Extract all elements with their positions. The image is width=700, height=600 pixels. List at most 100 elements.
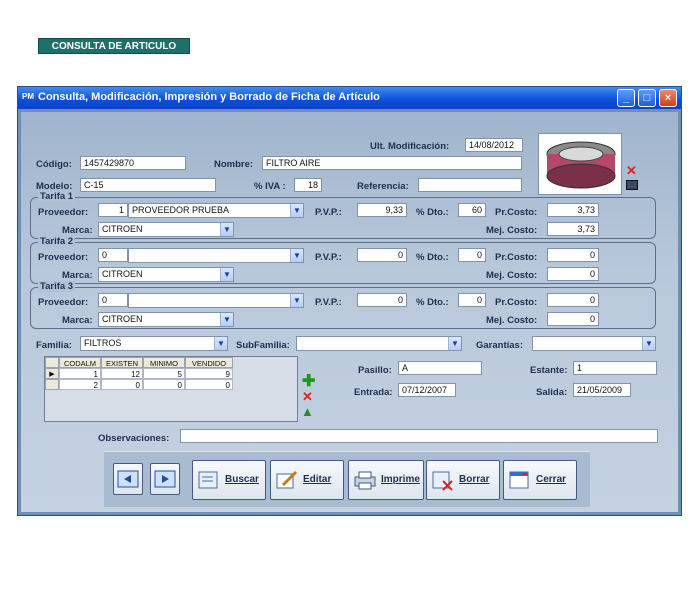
tarifa-2-dto-field[interactable]: 0 — [458, 248, 486, 262]
next-record-icon — [154, 470, 176, 488]
tarifa-1-dto-field[interactable]: 60 — [458, 203, 486, 217]
delete-icon[interactable]: ✕ — [302, 389, 313, 405]
tarifa-2-costo-field[interactable]: 0 — [547, 248, 599, 262]
chevron-down-icon: ▼ — [642, 337, 655, 350]
grid-header-vendido[interactable]: VENDIDO — [185, 357, 233, 368]
salida-label: Salida: — [536, 387, 568, 398]
estante-field[interactable]: 1 — [573, 361, 657, 375]
delete-doc-icon — [432, 471, 453, 491]
editar-label: Editar — [303, 474, 332, 485]
tarifa-1-proveedor-code[interactable]: 1 — [98, 203, 128, 217]
tarifa-3-costo-field[interactable]: 0 — [547, 293, 599, 307]
tarifa-3-costo-label: Pr.Costo: — [495, 297, 538, 308]
tarifa-3-dto-field[interactable]: 0 — [458, 293, 486, 307]
tarifa-1-proveedor-label: Proveedor: — [38, 207, 89, 218]
ult-mod-label: Ult. Modificación: — [370, 141, 450, 152]
tarifa-1-pvp-field[interactable]: 9,33 — [357, 203, 407, 217]
iva-label: % IVA : — [254, 181, 286, 192]
window-title: Consulta, Modificación, Impresión y Borr… — [38, 91, 380, 103]
tarifa-1-mej-field[interactable]: 3,73 — [547, 222, 599, 236]
tarifa-1-marca-select[interactable]: CITROEN ▼ — [98, 222, 234, 237]
grid-cell[interactable]: 9 — [185, 368, 233, 379]
referencia-field[interactable] — [418, 178, 522, 192]
tarifa-2-proveedor-label: Proveedor: — [38, 252, 89, 263]
modelo-field[interactable]: C-15 — [80, 178, 216, 192]
iva-field[interactable]: 18 — [294, 178, 322, 192]
tarifa-1-title: Tarifa 1 — [38, 191, 76, 202]
buscar-button[interactable]: Buscar — [192, 460, 266, 500]
grid-header-existen[interactable]: EXISTEN — [101, 357, 143, 368]
tarifa-3-marca-select[interactable]: CITROEN ▼ — [98, 312, 234, 327]
remove-photo-icon[interactable]: ✕ — [626, 163, 637, 179]
grid-cell[interactable]: 0 — [143, 379, 185, 390]
pasillo-field[interactable]: A — [398, 361, 482, 375]
borrar-button[interactable]: Borrar — [426, 460, 500, 500]
ult-mod-field[interactable]: 14/08/2012 — [465, 138, 523, 152]
close-window-button[interactable]: × — [659, 89, 677, 107]
tarifa-2-proveedor-code[interactable]: 0 — [98, 248, 128, 262]
tarifa-1-proveedor-select[interactable]: PROVEEDOR PRUEBA ▼ — [128, 203, 304, 218]
tarifa-3-pvp-field[interactable]: 0 — [357, 293, 407, 307]
familia-select[interactable]: FILTROS ▼ — [80, 336, 228, 351]
tarifa-2-marca-value: CITROEN — [102, 269, 143, 279]
next-record-button[interactable] — [150, 463, 180, 495]
cerrar-button[interactable]: Cerrar — [503, 460, 577, 500]
stock-grid[interactable]: CODALM EXISTEN MINIMO VENDIDO ▶ 1 12 5 9… — [44, 356, 298, 422]
grid-header-codalm[interactable]: CODALM — [59, 357, 101, 368]
imprimir-label: Imprime — [381, 474, 420, 485]
camera-icon[interactable] — [626, 180, 638, 190]
tarifa-2-mej-field[interactable]: 0 — [547, 267, 599, 281]
nombre-field[interactable]: FILTRO AIRE — [262, 156, 522, 170]
grid-cell[interactable]: 2 — [59, 379, 101, 390]
entrada-label: Entrada: — [354, 387, 393, 398]
warning-icon[interactable]: ▲ — [301, 404, 314, 419]
tarifa-2-marca-select[interactable]: CITROEN ▼ — [98, 267, 234, 282]
tarifa-3-proveedor-code[interactable]: 0 — [98, 293, 128, 307]
entrada-field[interactable]: 07/12/2007 — [398, 383, 456, 397]
grid-cell[interactable]: 12 — [101, 368, 143, 379]
tarifa-3-title: Tarifa 3 — [38, 281, 76, 292]
imprimir-button[interactable]: Imprime — [348, 460, 424, 500]
row-pointer-icon: ▶ — [45, 368, 59, 379]
grid-header-minimo[interactable]: MINIMO — [143, 357, 185, 368]
maximize-button[interactable]: □ — [638, 89, 656, 107]
tarifa-2-proveedor-select[interactable]: ▼ — [128, 248, 304, 263]
tarifa-3-marca-label: Marca: — [62, 315, 93, 326]
row-selector[interactable] — [45, 379, 59, 390]
pasillo-label: Pasillo: — [358, 365, 392, 376]
tarifa-3-proveedor-label: Proveedor: — [38, 297, 89, 308]
codigo-label: Código: — [36, 159, 72, 170]
subfamilia-select[interactable]: ▼ — [296, 336, 462, 351]
tarifa-3-dto-label: % Dto.: — [416, 297, 449, 308]
cerrar-label: Cerrar — [536, 474, 567, 485]
close-window-icon — [509, 471, 529, 489]
grid-cell[interactable]: 5 — [143, 368, 185, 379]
chevron-down-icon: ▼ — [448, 337, 461, 350]
grid-cell[interactable]: 1 — [59, 368, 101, 379]
grid-cell[interactable]: 0 — [101, 379, 143, 390]
borrar-label: Borrar — [459, 474, 490, 485]
subfamilia-label: SubFamilia: — [236, 340, 290, 351]
salida-field[interactable]: 21/05/2009 — [573, 383, 631, 397]
chevron-down-icon: ▼ — [220, 268, 233, 281]
grid-cell[interactable]: 0 — [185, 379, 233, 390]
add-icon[interactable]: ✚ — [302, 371, 315, 391]
printer-icon — [354, 471, 376, 490]
observaciones-field[interactable] — [180, 429, 658, 443]
tarifa-1-costo-field[interactable]: 3,73 — [547, 203, 599, 217]
estante-label: Estante: — [530, 365, 568, 376]
codigo-field[interactable]: 1457429870 — [80, 156, 186, 170]
prev-record-button[interactable] — [113, 463, 143, 495]
minimize-button[interactable]: _ — [617, 89, 635, 107]
chevron-down-icon: ▼ — [290, 204, 303, 217]
tarifa-2-pvp-field[interactable]: 0 — [357, 248, 407, 262]
tarifa-3-mej-field[interactable]: 0 — [547, 312, 599, 326]
title-bar: PM Consulta, Modificación, Impresión y B… — [18, 87, 681, 109]
editar-button[interactable]: Editar — [270, 460, 344, 500]
tarifa-1-marca-value: CITROEN — [102, 224, 143, 234]
observaciones-label: Observaciones: — [98, 433, 170, 444]
chevron-down-icon: ▼ — [220, 313, 233, 326]
garantias-select[interactable]: ▼ — [532, 336, 656, 351]
referencia-label: Referencia: — [357, 181, 409, 192]
tarifa-3-proveedor-select[interactable]: ▼ — [128, 293, 304, 308]
